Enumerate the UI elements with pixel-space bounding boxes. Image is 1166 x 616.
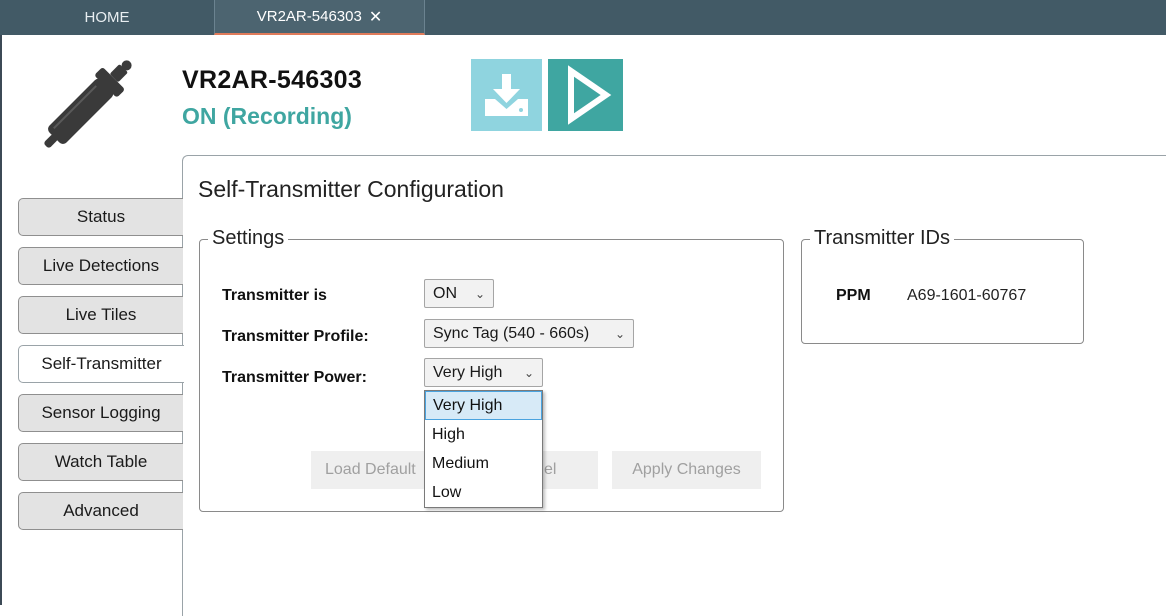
- transmitter-id-key: PPM: [836, 287, 871, 304]
- download-button[interactable]: [471, 59, 542, 131]
- transmitter-power-select[interactable]: Very High ⌄: [424, 358, 543, 387]
- apply-changes-button[interactable]: Apply Changes: [612, 451, 761, 489]
- chevron-down-icon: ⌄: [614, 326, 625, 341]
- device-name: VR2AR-546303: [182, 66, 363, 94]
- apply-changes-label: Apply Changes: [632, 461, 741, 478]
- transmitter-id-value: A69-1601-60767: [907, 287, 1027, 304]
- chevron-down-icon: ⌄: [523, 365, 534, 380]
- close-icon[interactable]: ✕: [369, 7, 382, 27]
- power-option-low[interactable]: Low: [425, 478, 542, 507]
- device-status: ON (Recording): [182, 103, 352, 129]
- transmitter-power-value: Very High: [433, 363, 503, 381]
- download-icon: [485, 74, 528, 116]
- transmitter-is-select[interactable]: ON ⌄: [424, 279, 494, 308]
- nav-live-tiles[interactable]: Live Tiles: [18, 296, 183, 334]
- nav-advanced[interactable]: Advanced: [18, 492, 183, 530]
- page-title: Self-Transmitter Configuration: [198, 176, 504, 202]
- transmitter-power-label: Transmitter Power:: [222, 369, 367, 386]
- play-icon: [568, 65, 612, 125]
- play-button[interactable]: [548, 59, 623, 131]
- power-option-high[interactable]: High: [425, 420, 542, 449]
- transmitter-ids-legend: Transmitter IDs: [810, 227, 954, 250]
- cancel-label: el: [544, 461, 557, 478]
- transmitter-profile-value: Sync Tag (540 - 660s): [433, 324, 590, 342]
- settings-legend: Settings: [208, 227, 289, 250]
- nav-sensor-logging[interactable]: Sensor Logging: [18, 394, 183, 432]
- transmitter-profile-label: Transmitter Profile:: [222, 328, 369, 345]
- power-option-very-high[interactable]: Very High: [425, 391, 542, 420]
- nav-status[interactable]: Status: [18, 198, 183, 236]
- transmitter-is-value: ON: [433, 284, 457, 302]
- nav-watch-table[interactable]: Watch Table: [18, 443, 183, 481]
- transmitter-is-label: Transmitter is: [222, 287, 327, 304]
- receiver-device-icon: [44, 60, 132, 148]
- power-option-medium[interactable]: Medium: [425, 449, 542, 478]
- tab-home-label: HOME: [84, 9, 130, 26]
- load-defaults-button[interactable]: Load Default: [311, 451, 429, 489]
- tab-home[interactable]: HOME: [0, 0, 214, 35]
- tab-device[interactable]: VR2AR-546303 ✕: [214, 0, 425, 35]
- chevron-down-icon: ⌄: [474, 286, 485, 301]
- transmitter-profile-select[interactable]: Sync Tag (540 - 660s) ⌄: [424, 319, 634, 348]
- tab-device-label: VR2AR-546303: [256, 8, 362, 25]
- tab-bar: HOME VR2AR-546303 ✕: [0, 0, 1166, 35]
- nav-live-detections[interactable]: Live Detections: [18, 247, 183, 285]
- power-dropdown-list: Very High High Medium Low: [424, 390, 543, 508]
- window-border: [0, 35, 2, 605]
- load-defaults-label: Load Default: [325, 461, 416, 478]
- nav-self-transmitter[interactable]: Self-Transmitter: [18, 345, 184, 383]
